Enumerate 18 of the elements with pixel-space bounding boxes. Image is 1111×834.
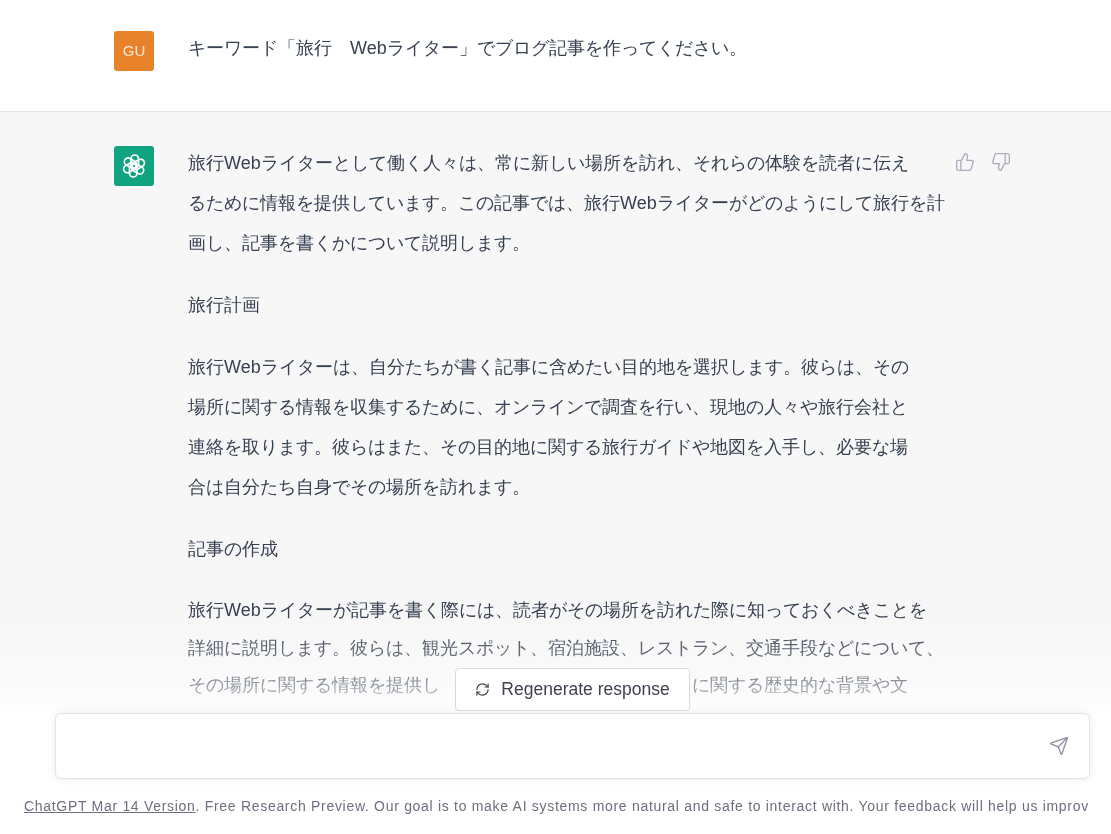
- message-input[interactable]: [55, 713, 1090, 779]
- regenerate-button[interactable]: Regenerate response: [455, 668, 690, 711]
- version-link[interactable]: ChatGPT Mar 14 Version: [24, 798, 196, 814]
- response-paragraph: 旅行Webライターは、自分たちが書く記事に含めたい目的地を選択します。彼らは、その 場所に関する情報を収集するために、オンラインで調査を行い、現地の人々や旅行会社と 連絡を取ります。彼らはまた、その目的地に関する旅行ガイドや地図を入手し、必要な場 合は自分たち自身でその場所を訪れます。: [188, 356, 910, 499]
- user-message: キーワード「旅行 Webライター」でブログ記事を作ってください。: [188, 37, 747, 60]
- footer-disclaimer: ChatGPT Mar 14 Version. Free Research Preview. Our goal is to make AI systems more natural and safe to interact with. Your feedback will help us improv: [23, 797, 1090, 816]
- refresh-icon: [475, 682, 491, 697]
- response-paragraph: 旅行Webライターとして働く人々は、常に新しい場所を訪れ、それらの体験を読者に伝え るために情報を提供しています。この記事では、旅行Webライターがどのようにして旅行を計 画し、記事を書くかについて説明します。: [188, 152, 946, 255]
- thumbs-down-icon[interactable]: [991, 152, 1011, 172]
- response-paragraph: 旅行計画: [188, 294, 261, 317]
- knot-logo-icon: [114, 146, 154, 186]
- send-icon[interactable]: [1049, 736, 1069, 756]
- thumbs-up-icon[interactable]: [955, 152, 975, 172]
- response-text-fragment: に関する歴史的な背景や文: [692, 674, 908, 697]
- response-paragraph: 記事の作成: [188, 538, 279, 561]
- response-text-fragment: その場所に関する情報を提供し: [188, 674, 440, 697]
- response-paragraph: 旅行Webライターが記事を書く際には、読者がその場所を訪れた際に知っておくべきことを 詳細に説明します。彼らは、観光スポット、宿泊施設、レストラン、交通手段などについて、: [188, 599, 945, 660]
- user-avatar: GU: [114, 31, 154, 71]
